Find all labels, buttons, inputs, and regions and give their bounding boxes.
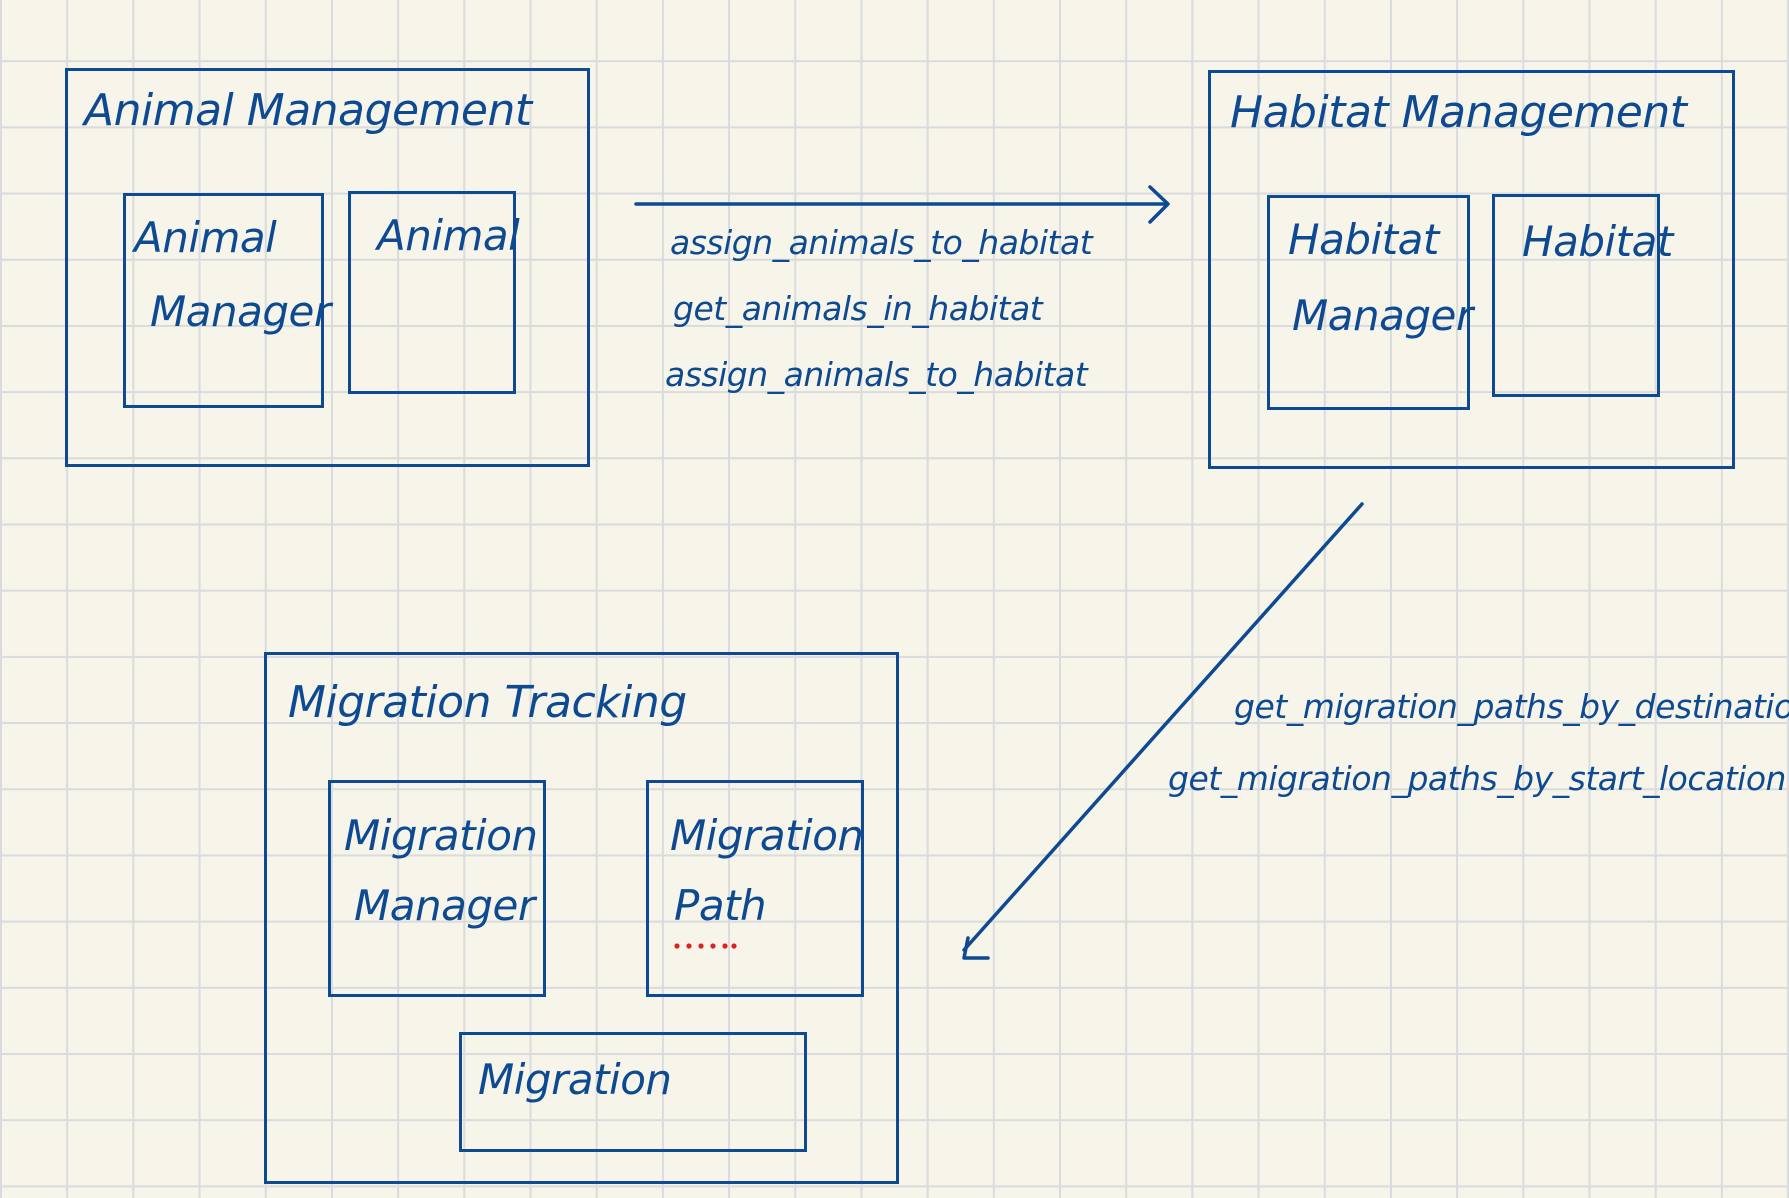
migration-manager-label-line1: Migration [344, 811, 538, 860]
method-label-2: get_animals_in_habitat [673, 289, 1043, 328]
habitat-management-title: Habitat Management [1230, 87, 1687, 138]
method-label-3: assign_animals_to_habitat [665, 355, 1088, 394]
animal-manager-label-line1: Animal [134, 213, 277, 262]
method-label-4: get_migration_paths_by_destination [1234, 687, 1789, 726]
diagram-canvas: Animal Management Animal Manager Animal … [0, 0, 1789, 1198]
habitat-manager-label-line2: Manager [1292, 291, 1473, 340]
migration-manager-label-line2: Manager [354, 881, 535, 930]
habitat-label: Habitat [1522, 217, 1673, 266]
migration-path-label-line2: Path [674, 881, 767, 930]
animal-label: Animal [377, 211, 520, 260]
migration-path-label-line1: Migration [670, 811, 864, 860]
arrow-habitat-to-migration [962, 502, 1364, 960]
animal-manager-label-line2: Manager [150, 287, 331, 336]
method-label-1: assign_animals_to_habitat [670, 223, 1093, 262]
habitat-manager-label-line1: Habitat [1288, 215, 1439, 264]
migration-tracking-title: Migration Tracking [288, 677, 687, 728]
migration-label: Migration [478, 1055, 672, 1104]
arrow-animal-to-habitat [634, 185, 1170, 224]
method-label-5: get_migration_paths_by_start_location [1168, 759, 1786, 798]
animal-management-title: Animal Management [84, 85, 532, 136]
